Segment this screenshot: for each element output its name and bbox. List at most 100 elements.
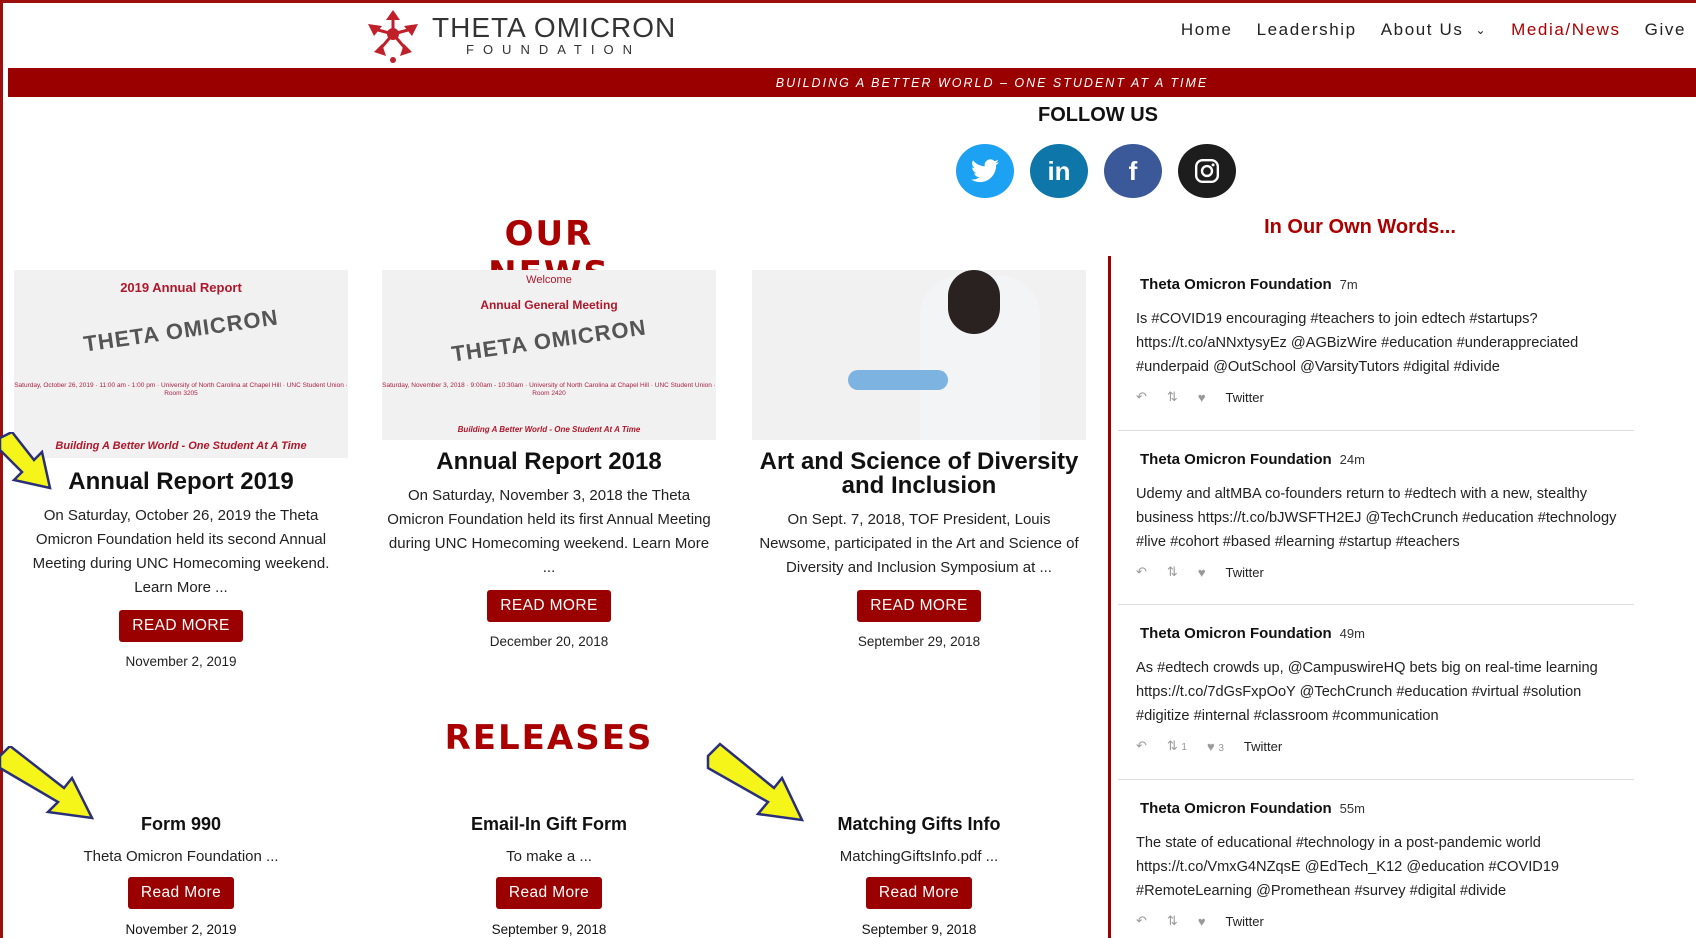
read-more-button[interactable]: READ MORE — [857, 590, 981, 622]
linkedin-icon[interactable]: in — [1030, 144, 1088, 198]
read-more-button[interactable]: READ MORE — [119, 610, 243, 642]
news-card: 2019 Annual Report THETA OMICRON Saturda… — [14, 270, 348, 669]
tweet-time[interactable]: 24m — [1340, 452, 1365, 467]
thumb-logo-name: THETA OMICRON — [81, 304, 280, 357]
thumb-meta: Saturday, October 26, 2019 · 11:00 am - … — [14, 382, 348, 397]
tweet-separator — [1118, 604, 1634, 605]
news-card-date: November 2, 2019 — [125, 654, 237, 669]
annotation-arrow-icon — [0, 432, 52, 490]
retweet-icon[interactable]: ⇅ — [1167, 564, 1178, 580]
logo-subtitle: FOUNDATION — [466, 42, 641, 57]
reply-icon[interactable]: ↶ — [1136, 389, 1147, 405]
reply-icon[interactable]: ↶ — [1136, 738, 1147, 754]
nav-media-news[interactable]: Media/News — [1511, 20, 1621, 40]
tweet: Theta Omicron Foundation 7m Is #COVID19 e… — [1118, 276, 1634, 405]
release-desc: MatchingGiftsInfo.pdf ... — [839, 848, 999, 865]
news-card-desc: On Saturday, October 26, 2019 the Theta … — [32, 507, 330, 596]
logo-mark-icon — [368, 10, 418, 63]
tagline-text: BUILDING A BETTER WORLD – ONE STUDENT AT… — [775, 75, 1209, 90]
news-card-desc: On Saturday, November 3, 2018 the Theta … — [387, 487, 711, 576]
annotation-arrow-icon — [0, 746, 95, 820]
retweet-count: 1 — [1181, 742, 1187, 753]
news-card-date: September 29, 2018 — [857, 634, 981, 649]
nav-about-us[interactable]: About Us ⌄ — [1381, 20, 1487, 40]
release-title[interactable]: Email-In Gift Form — [382, 814, 716, 835]
nav-home[interactable]: Home — [1181, 20, 1233, 40]
tweet-separator — [1118, 430, 1634, 431]
tagline-bar: BUILDING A BETTER WORLD – ONE STUDENT AT… — [8, 68, 1696, 97]
tweet-author[interactable]: Theta Omicron Foundation — [1140, 800, 1332, 817]
like-icon[interactable]: ♥ — [1198, 390, 1206, 405]
site-logo[interactable]: THETA OMICRON FOUNDATION — [360, 6, 676, 64]
release-item: Form 990 Theta Omicron Foundation ... Re… — [14, 814, 348, 937]
like-icon[interactable]: ♥ 3 — [1207, 739, 1224, 754]
releases-heading: RELEASES — [444, 718, 654, 758]
tweet-separator — [1118, 779, 1634, 780]
tweet-author[interactable]: Theta Omicron Foundation — [1140, 625, 1332, 642]
annual-report-2018-image[interactable]: Welcome Annual General Meeting THETA OMI… — [382, 270, 716, 440]
news-card-title[interactable]: Annual Report 2018 — [382, 450, 716, 474]
release-date: November 2, 2019 — [125, 922, 237, 937]
thumb-meta: Saturday, November 3, 2018 · 9:00am - 10… — [382, 382, 716, 397]
retweet-icon[interactable]: ⇅ — [1167, 913, 1178, 929]
like-icon[interactable]: ♥ — [1198, 914, 1206, 929]
like-count: 3 — [1218, 742, 1224, 754]
reply-icon[interactable]: ↶ — [1136, 564, 1147, 580]
feed-divider — [1108, 256, 1111, 938]
news-card-date: December 20, 2018 — [489, 634, 609, 649]
twitter-icon[interactable] — [956, 144, 1014, 198]
news-card: Art and Science of Diversity and Inclusi… — [752, 270, 1086, 649]
news-card-title[interactable]: Art and Science of Diversity and Inclusi… — [752, 450, 1086, 498]
tweet-time[interactable]: 55m — [1340, 801, 1365, 816]
chevron-down-icon: ⌄ — [1475, 23, 1488, 37]
thumb-title: Annual General Meeting — [480, 298, 618, 312]
in-our-own-words-title: In Our Own Words... — [1264, 216, 1456, 238]
news-card-title[interactable]: Annual Report 2019 — [14, 470, 348, 494]
read-more-button[interactable]: READ MORE — [487, 590, 611, 622]
facebook-icon[interactable]: f — [1104, 144, 1162, 198]
tweet-source-link[interactable]: Twitter — [1244, 739, 1282, 754]
thumb-title: 2019 Annual Report — [120, 280, 242, 295]
retweet-icon[interactable]: ⇅ 1 — [1167, 738, 1187, 754]
tweet: Theta Omicron Foundation 24m Udemy and al… — [1118, 451, 1634, 580]
tweet-author[interactable]: Theta Omicron Foundation — [1140, 451, 1332, 468]
release-date: September 9, 2018 — [491, 922, 607, 937]
retweet-icon[interactable]: ⇅ — [1167, 389, 1178, 405]
lab-researcher-image[interactable] — [752, 270, 1086, 440]
nav-about-us-label: About Us — [1380, 20, 1464, 39]
thumb-logo-name: THETA OMICRON — [449, 314, 648, 367]
tweet-text: Udemy and altMBA co-founders return to #… — [1136, 486, 1617, 550]
tweet-source-link[interactable]: Twitter — [1226, 565, 1264, 580]
nav-give[interactable]: Give — [1645, 20, 1686, 40]
thumb-tagline: Building A Better World - One Student At… — [457, 425, 641, 434]
tweet-source-link[interactable]: Twitter — [1226, 914, 1264, 929]
logo-name: THETA OMICRON — [432, 12, 677, 43]
thumb-welcome: Welcome — [526, 274, 572, 286]
tweet-source-link[interactable]: Twitter — [1226, 390, 1264, 405]
news-card-desc: On Sept. 7, 2018, TOF President, Louis N… — [759, 511, 1079, 576]
like-icon[interactable]: ♥ — [1198, 565, 1206, 580]
tweet-text: Is #COVID19 encouraging #teachers to joi… — [1136, 311, 1579, 375]
news-card: Welcome Annual General Meeting THETA OMI… — [382, 270, 716, 649]
main-nav: Home Leadership About Us ⌄ Media/News Giv… — [1181, 20, 1686, 40]
release-date: September 9, 2018 — [861, 922, 977, 937]
release-desc: Theta Omicron Foundation ... — [83, 848, 279, 865]
hair-shape — [948, 270, 1000, 334]
release-desc: To make a ... — [506, 848, 592, 865]
tweet-text: As #edtech crowds up, @CampuswireHQ bets… — [1136, 660, 1598, 724]
nav-leadership[interactable]: Leadership — [1257, 20, 1357, 40]
release-item: Matching Gifts Info MatchingGiftsInfo.pd… — [752, 814, 1086, 937]
reply-icon[interactable]: ↶ — [1136, 913, 1147, 929]
read-more-button[interactable]: Read More — [495, 877, 603, 909]
annual-report-2019-image[interactable]: 2019 Annual Report THETA OMICRON Saturda… — [14, 270, 348, 458]
release-item: Email-In Gift Form To make a ... Read Mo… — [382, 814, 716, 937]
thumb-tagline: Building A Better World - One Student At… — [55, 440, 307, 452]
follow-us-title: FOLLOW US — [1038, 104, 1158, 126]
read-more-button[interactable]: Read More — [127, 877, 235, 909]
tweet-author[interactable]: Theta Omicron Foundation — [1140, 276, 1332, 293]
instagram-icon[interactable] — [1178, 144, 1236, 198]
tweet: Theta Omicron Foundation 55m The state of… — [1118, 800, 1634, 929]
tweet-time[interactable]: 7m — [1340, 277, 1358, 292]
tweet-time[interactable]: 49m — [1340, 626, 1365, 641]
read-more-button[interactable]: Read More — [865, 877, 973, 909]
